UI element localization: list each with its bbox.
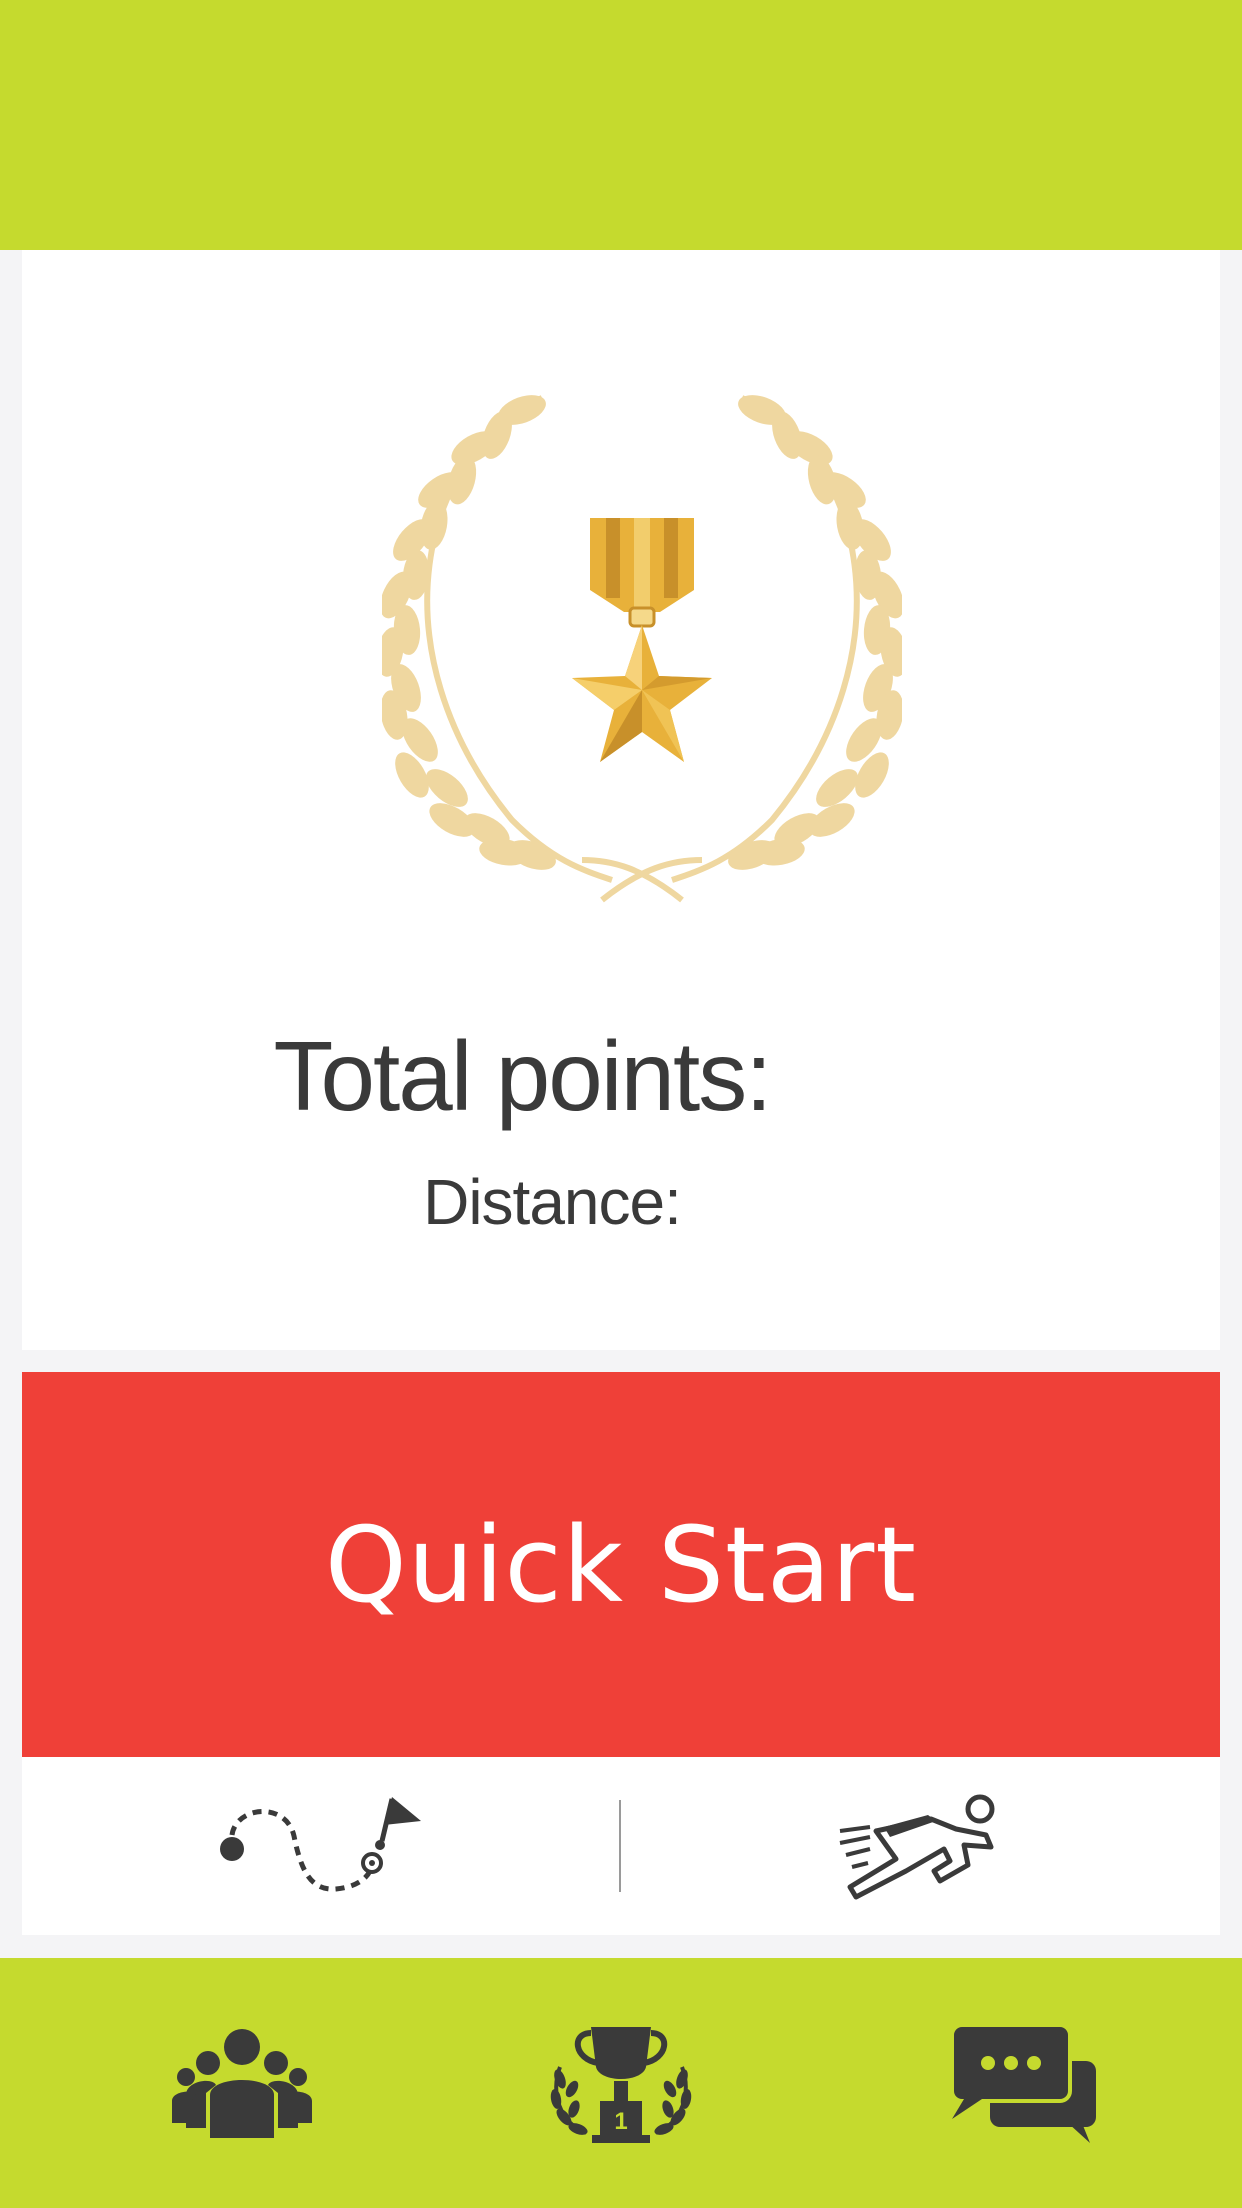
- chat-bubbles-icon: [950, 2023, 1096, 2143]
- sprinter-icon: [839, 1794, 995, 1900]
- quick-start-button[interactable]: Quick Start: [22, 1372, 1220, 1757]
- distance-label: Distance:: [423, 1166, 682, 1238]
- trophy-icon: 1: [550, 2027, 692, 2143]
- group-icon: [172, 2029, 312, 2138]
- route-flag-icon: [220, 1797, 421, 1892]
- nav-chat[interactable]: [875, 1958, 1175, 2208]
- stats-card: Total points: Distance:: [22, 250, 1220, 1350]
- bottom-nav: 1: [0, 1958, 1242, 2208]
- mode-divider: [619, 1800, 621, 1892]
- nav-leaderboard[interactable]: 1: [471, 1958, 771, 2208]
- top-bar: [0, 0, 1242, 250]
- route-mode-button[interactable]: [22, 1757, 620, 1935]
- total-points-label: Total points:: [273, 1021, 773, 1131]
- nav-community[interactable]: [92, 1958, 392, 2208]
- medal-laurel-icon: [382, 390, 902, 903]
- sprint-mode-button[interactable]: [622, 1757, 1220, 1935]
- mode-bar: [22, 1757, 1220, 1935]
- quick-start-label: Quick Start: [324, 1503, 918, 1626]
- svg-text:1: 1: [614, 2108, 627, 2135]
